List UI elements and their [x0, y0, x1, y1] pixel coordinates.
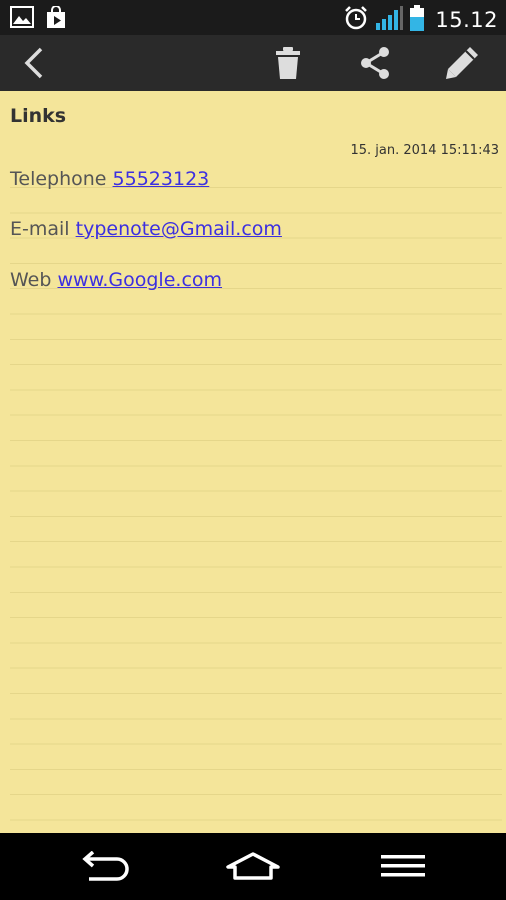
nav-menu-button[interactable] — [363, 841, 443, 891]
web-label: Web — [10, 269, 52, 291]
note-paper: Links 15. jan. 2014 15:11:43 Telephone 5… — [0, 91, 506, 833]
gallery-icon — [10, 6, 34, 34]
telephone-label: Telephone — [10, 168, 107, 190]
email-link[interactable]: typenote@Gmail.com — [76, 218, 282, 240]
alarm-icon — [343, 5, 369, 35]
edit-button[interactable] — [432, 35, 492, 91]
edit-icon — [446, 47, 478, 79]
nav-home-icon — [226, 852, 280, 880]
status-bar: 15.12 — [0, 0, 506, 35]
share-button[interactable] — [345, 35, 405, 91]
note-timestamp: 15. jan. 2014 15:11:43 — [350, 143, 500, 158]
note-line-web: Web www.Google.com — [10, 269, 222, 291]
note-line-telephone: Telephone 55523123 — [10, 168, 209, 190]
delete-button[interactable] — [258, 35, 318, 91]
clock-time: 15.12 — [435, 8, 498, 32]
telephone-link[interactable]: 55523123 — [113, 168, 210, 190]
nav-home-button[interactable] — [213, 841, 293, 891]
note-title: Links — [10, 105, 67, 127]
nav-back-icon — [82, 851, 129, 881]
web-link[interactable]: www.Google.com — [57, 269, 222, 291]
share-icon — [361, 47, 389, 79]
battery-icon — [409, 4, 425, 36]
play-store-icon — [44, 5, 68, 34]
nav-back-button[interactable] — [63, 841, 143, 891]
signal-icon — [375, 5, 404, 35]
navigation-bar — [0, 833, 506, 900]
trash-icon — [276, 47, 300, 79]
back-button[interactable] — [4, 35, 64, 91]
nav-menu-icon — [381, 855, 425, 877]
back-icon — [24, 47, 43, 79]
email-label: E-mail — [10, 218, 70, 240]
action-bar — [0, 35, 506, 92]
note-line-email: E-mail typenote@Gmail.com — [10, 218, 282, 240]
